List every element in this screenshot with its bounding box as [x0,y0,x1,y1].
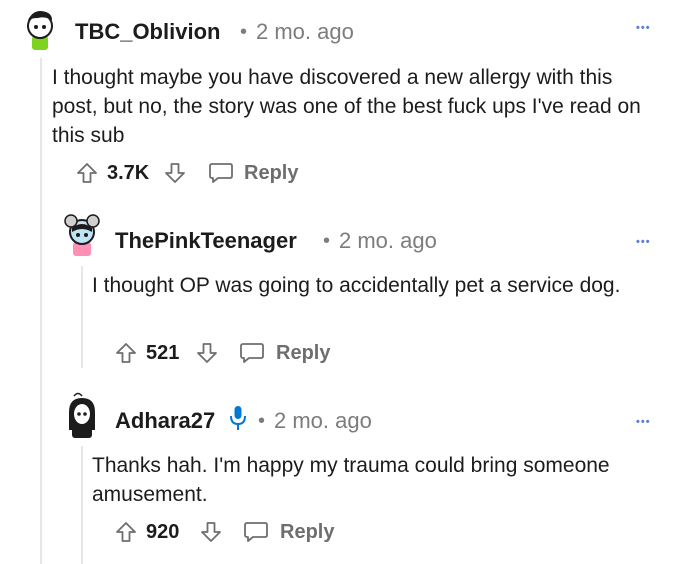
avatar[interactable] [20,6,60,52]
comment-body: I thought maybe you have discovered a ne… [52,66,641,147]
reply-icon[interactable] [243,520,269,544]
reply-icon[interactable] [239,341,265,365]
vote-count: 521 [146,342,180,364]
downvote-icon[interactable] [200,521,222,543]
upvote-icon[interactable] [115,342,137,364]
author-name[interactable]: ThePinkTeenager [115,228,297,254]
separator-dot: • [258,410,266,432]
comment-body: Thanks hah. I'm happy my trauma could br… [92,454,610,506]
thread-line-2[interactable] [81,266,83,368]
separator-dot: • [240,21,248,43]
microphone-icon [228,404,248,432]
more-options-button[interactable]: ••• [636,236,651,248]
upvote-icon[interactable] [115,521,137,543]
downvote-icon[interactable] [164,162,186,184]
reply-button[interactable]: Reply [276,342,330,365]
thread-line-1[interactable] [40,58,42,564]
more-options-button[interactable]: ••• [636,416,651,428]
comment-body: I thought OP was going to accidentally p… [92,274,621,297]
author-name[interactable]: TBC_Oblivion [75,19,220,45]
reply-button[interactable]: Reply [280,521,334,544]
vote-count: 920 [146,521,180,543]
reply-icon[interactable] [208,161,234,185]
timestamp: 2 mo. ago [274,408,372,433]
author-name[interactable]: Adhara27 [115,408,215,434]
thread-line-3[interactable] [81,446,83,564]
avatar[interactable] [62,212,102,258]
vote-count: 3.7K [107,162,150,184]
more-options-button[interactable]: ••• [636,22,651,34]
upvote-icon[interactable] [76,162,98,184]
separator-dot: • [323,230,331,252]
timestamp: 2 mo. ago [256,19,354,44]
downvote-icon[interactable] [196,342,218,364]
reply-button[interactable]: Reply [244,162,298,185]
avatar[interactable] [62,392,102,440]
timestamp: 2 mo. ago [339,228,437,253]
